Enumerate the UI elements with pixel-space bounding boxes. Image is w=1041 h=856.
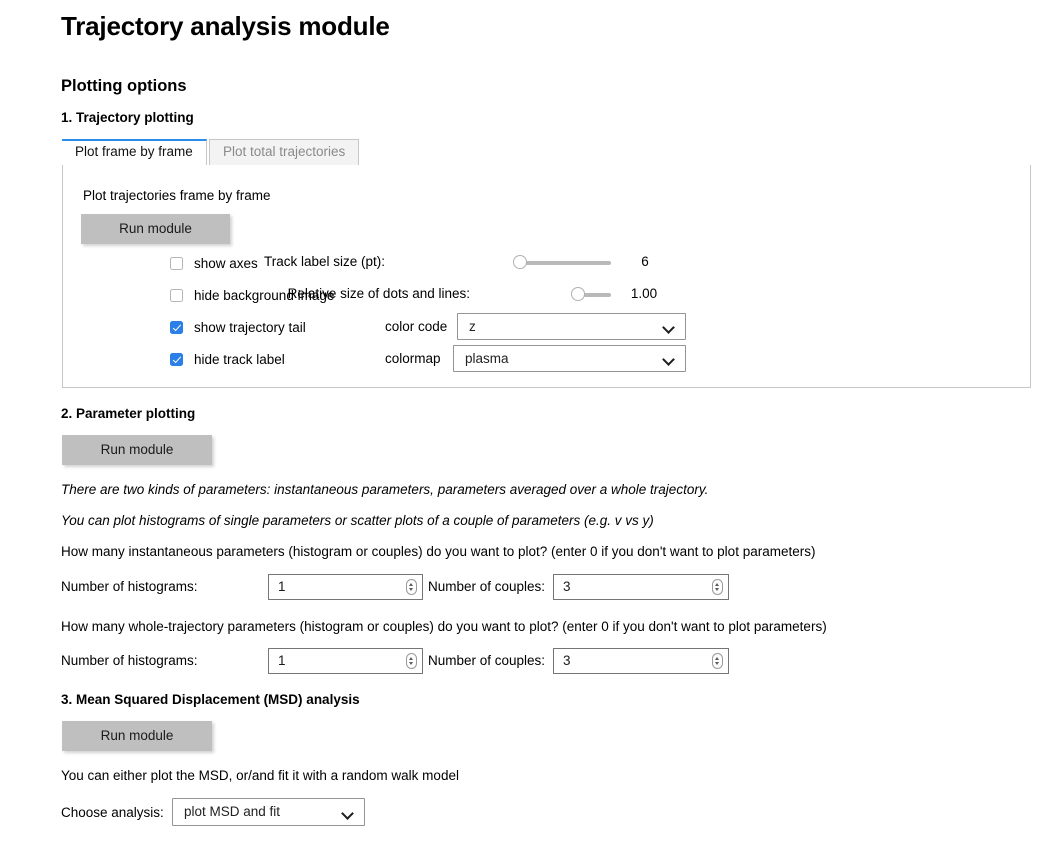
select-color-code[interactable]: z <box>457 313 686 340</box>
stepper-icon[interactable] <box>712 653 723 669</box>
run-module-button-parameter[interactable]: Run module <box>62 435 212 465</box>
input-whole-trajectory-histograms[interactable]: 1 <box>268 648 423 674</box>
whole-trajectory-inputs-group: Number of histograms: 1 Number of couple… <box>61 648 729 674</box>
msd-note: You can either plot the MSD, or/and fit … <box>61 768 459 783</box>
select-value-colormap: plasma <box>465 351 509 366</box>
stepper-icon[interactable] <box>712 579 723 595</box>
slider-value-relative-size: 1.00 <box>630 286 658 301</box>
instantaneous-question: How many instantaneous parameters (histo… <box>61 544 816 559</box>
section-3-heading: 3. Mean Squared Displacement (MSD) analy… <box>61 692 360 707</box>
slider-label-track-label-size: Track label size (pt): <box>263 254 385 269</box>
select-label-colormap: colormap <box>385 351 441 366</box>
panel-caption: Plot trajectories frame by frame <box>83 188 271 203</box>
label-whole-trajectory-couples: Number of couples: <box>428 653 546 668</box>
input-value-whole-trajectory-histograms: 1 <box>278 653 286 668</box>
chevron-down-icon <box>343 809 354 816</box>
slider-track <box>521 260 611 265</box>
checkbox-show-trajectory-tail[interactable] <box>170 320 183 334</box>
whole-trajectory-question: How many whole-trajectory parameters (hi… <box>61 619 827 634</box>
input-value-instantaneous-couples: 3 <box>563 579 571 594</box>
stepper-icon[interactable] <box>406 653 417 669</box>
checkbox-hide-background-image[interactable] <box>170 288 183 302</box>
page-root: Trajectory analysis module Plotting opti… <box>0 0 1041 856</box>
select-choose-analysis[interactable]: plot MSD and fit <box>172 798 365 826</box>
slider-row-relative-size: Relative size of dots and lines: 1.00 <box>240 284 660 304</box>
plotting-options-heading: Plotting options <box>61 77 187 95</box>
checkbox-label-hide-track-label: hide track label <box>194 351 285 367</box>
tab-plot-total-trajectories[interactable]: Plot total trajectories <box>209 139 360 165</box>
select-row-color-code: color code z <box>385 313 705 340</box>
slider-relative-size[interactable] <box>571 287 617 301</box>
label-instantaneous-couples: Number of couples: <box>428 579 546 594</box>
input-instantaneous-couples[interactable]: 3 <box>553 574 729 600</box>
slider-thumb[interactable] <box>513 255 527 269</box>
input-value-instantaneous-histograms: 1 <box>278 579 286 594</box>
parameter-histograms-note: You can plot histograms of single parame… <box>61 513 654 528</box>
slider-thumb[interactable] <box>571 287 585 301</box>
select-value-choose-analysis: plot MSD and fit <box>184 804 281 819</box>
tab-plot-frame-by-frame[interactable]: Plot frame by frame <box>62 139 207 165</box>
slider-row-track-label-size: Track label size (pt): 6 <box>240 252 660 272</box>
run-module-button-msd[interactable]: Run module <box>62 721 212 751</box>
checkbox-label-show-trajectory-tail: show trajectory tail <box>194 319 306 335</box>
select-row-choose-analysis: Choose analysis: plot MSD and fit <box>61 798 481 826</box>
checkbox-row-hide-track-label[interactable]: hide track label <box>170 350 285 368</box>
select-label-choose-analysis: Choose analysis: <box>61 805 164 820</box>
instantaneous-inputs-group: Number of histograms: 1 Number of couple… <box>61 574 729 600</box>
section-2-heading: 2. Parameter plotting <box>61 406 196 421</box>
input-value-whole-trajectory-couples: 3 <box>563 653 571 668</box>
select-label-color-code: color code <box>385 319 448 334</box>
select-row-colormap: colormap plasma <box>385 345 705 372</box>
section-1-heading: 1. Trajectory plotting <box>61 110 194 125</box>
run-module-button-trajectory[interactable]: Run module <box>81 214 230 244</box>
select-colormap[interactable]: plasma <box>453 345 686 372</box>
select-value-color-code: z <box>469 319 476 334</box>
input-whole-trajectory-couples[interactable]: 3 <box>553 648 729 674</box>
chevron-down-icon <box>664 355 675 362</box>
stepper-icon[interactable] <box>406 579 417 595</box>
page-title: Trajectory analysis module <box>61 11 390 41</box>
slider-value-track-label-size: 6 <box>641 254 649 269</box>
label-whole-trajectory-histograms: Number of histograms: <box>61 653 198 668</box>
checkbox-row-show-trajectory-tail[interactable]: show trajectory tail <box>170 318 306 336</box>
slider-label-relative-size: Relative size of dots and lines: <box>287 286 470 301</box>
label-instantaneous-histograms: Number of histograms: <box>61 579 198 594</box>
checkbox-hide-track-label[interactable] <box>170 352 183 366</box>
checkbox-show-axes[interactable] <box>170 256 183 270</box>
chevron-down-icon <box>664 323 675 330</box>
parameter-kinds-note: There are two kinds of parameters: insta… <box>61 482 709 497</box>
input-instantaneous-histograms[interactable]: 1 <box>268 574 423 600</box>
tab-bar: Plot frame by frame Plot total trajector… <box>62 139 1031 166</box>
slider-track-label-size[interactable] <box>513 255 617 269</box>
